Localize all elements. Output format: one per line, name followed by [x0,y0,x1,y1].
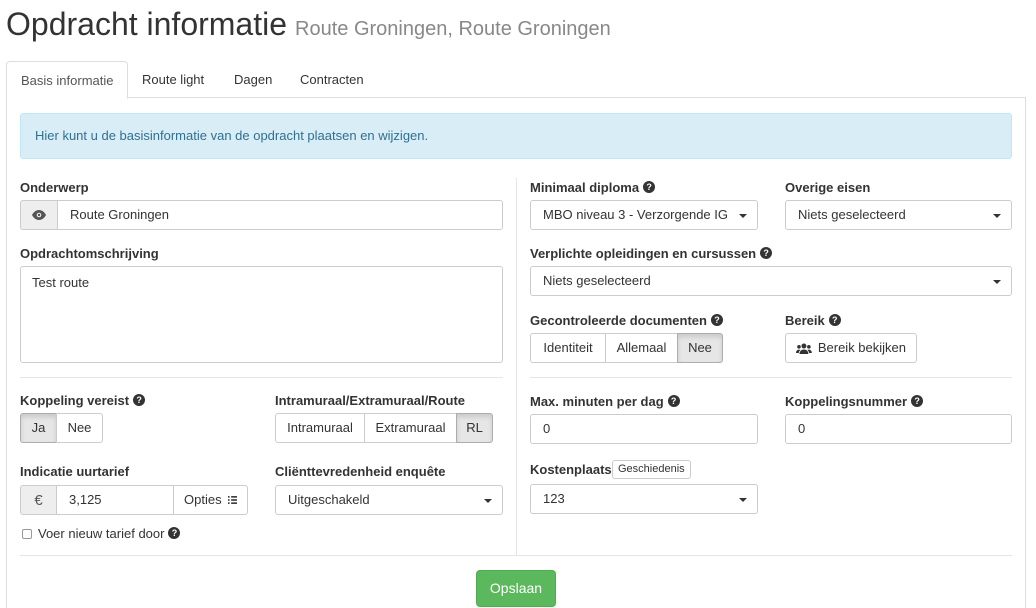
page-title: Opdracht informatie Route Groningen, Rou… [6,6,611,50]
info-alert: Hier kunt u de basisinformatie van de op… [20,113,1012,159]
koppeling-label-text: Koppeling vereist [20,392,130,408]
documenten-label: Gecontroleerde documenten ? [530,311,723,329]
onderwerp-input[interactable]: Route Groningen [57,200,503,230]
help-icon[interactable]: ? [760,247,773,259]
page-subtitle: Route Groningen, Route Groningen [295,18,611,40]
overige-eisen-select[interactable]: Niets geselecteerd [785,200,1012,230]
save-button[interactable]: Opslaan [476,570,556,607]
uurtarief-label-text: Indicatie uurtarief [20,463,130,479]
max-minuten-input[interactable]: 0 [530,414,758,444]
nieuw-tarief-checkbox[interactable] [22,529,32,539]
diploma-select[interactable]: MBO niveau 3 - Verzorgende IG [530,200,758,230]
koppelingsnummer-label-text: Koppelingsnummer [785,393,908,409]
max-minuten-label-text: Max. minuten per dag [530,393,664,409]
kostenplaats-select[interactable]: 123 [530,484,758,514]
nieuw-tarief-label: Voer nieuw tarief door ? [38,524,181,542]
extramuraal-button[interactable]: Extramuraal [364,413,457,443]
column-divider [516,178,517,555]
overige-eisen-label: Overige eisen [785,178,870,196]
omschrijving-label-text: Opdrachtomschrijving [20,245,159,261]
omschrijving-textarea[interactable]: Test route [20,266,503,363]
max-minuten-label: Max. minuten per dag ? [530,392,680,410]
kostenplaats-label-text: Kostenplaats [530,461,612,477]
intramuraal-label-text: Intramuraal/Extramuraal/Route [275,392,466,408]
koppelingsnummer-input[interactable]: 0 [785,414,1012,444]
list-icon [227,496,237,504]
opties-button[interactable]: Opties [173,485,248,515]
opleidingen-label: Verplichte opleidingen en cursussen ? [530,244,773,262]
intramuraal-toggle: Intramuraal Extramuraal RL [275,413,493,443]
uurtarief-input[interactable]: 3,125 [56,485,174,515]
intramuraal-button[interactable]: Intramuraal [275,413,365,443]
identiteit-button[interactable]: Identiteit [530,333,606,363]
bereik-label: Bereik ? [785,311,841,329]
caret-down-icon [993,280,1001,284]
divider-right [530,377,1012,378]
geschiedenis-button[interactable]: Geschiedenis [612,460,691,479]
enquete-label-text: Cliënttevredenheid enquête [275,463,446,479]
bereik-bekijken-button[interactable]: Bereik bekijken [785,333,917,363]
overige-eisen-label-text: Overige eisen [785,179,871,195]
caret-down-icon [993,214,1001,218]
tab-basis-informatie[interactable]: Basis informatie [6,61,129,99]
enquete-select-value: Uitgeschakeld [288,492,370,507]
tab-contracten[interactable]: Contracten [286,61,378,98]
nieuw-tarief-label-text: Voer nieuw tarief door [38,525,165,541]
opties-label: Opties [184,492,222,507]
uurtarief-label: Indicatie uurtarief [20,462,129,480]
opleidingen-select[interactable]: Niets geselecteerd [530,266,1012,296]
koppeling-ja-button[interactable]: Ja [20,413,57,443]
tab-route-light[interactable]: Route light [128,61,218,98]
documenten-label-text: Gecontroleerde documenten [530,312,707,328]
help-icon[interactable]: ? [643,181,656,193]
help-icon[interactable]: ? [828,314,841,326]
diploma-label: Minimaal diploma ? [530,178,656,196]
caret-down-icon [484,499,492,503]
rl-button[interactable]: RL [456,413,493,443]
euro-icon: € [20,485,57,515]
omschrijving-label: Opdrachtomschrijving [20,244,159,262]
enquete-label: Cliënttevredenheid enquête [275,462,445,480]
overige-eisen-select-value: Niets geselecteerd [798,207,906,222]
diploma-label-text: Minimaal diploma [530,179,640,195]
help-icon[interactable]: ? [133,394,146,406]
opleidingen-select-value: Niets geselecteerd [543,273,651,288]
koppeling-nee-button[interactable]: Nee [56,413,103,443]
users-icon [796,343,812,354]
help-icon[interactable]: ? [667,395,680,407]
caret-down-icon [739,498,747,502]
kostenplaats-label: Kostenplaats [530,460,612,478]
divider-left [20,377,503,378]
enquete-select[interactable]: Uitgeschakeld [275,485,503,515]
bereik-bekijken-label: Bereik bekijken [817,340,906,355]
diploma-select-value: MBO niveau 3 - Verzorgende IG [543,207,728,222]
opleidingen-label-text: Verplichte opleidingen en cursussen [530,245,757,261]
bereik-label-text: Bereik [785,312,825,328]
documenten-toggle: Identiteit Allemaal Nee [530,333,723,363]
help-icon[interactable]: ? [168,527,181,539]
tab-bar: Basis informatie Route light Dagen Contr… [6,61,1026,99]
onderwerp-label: Onderwerp [20,178,89,196]
koppelingsnummer-label: Koppelingsnummer ? [785,392,924,410]
allemaal-button[interactable]: Allemaal [605,333,678,363]
eye-icon[interactable] [20,200,58,230]
divider-bottom [20,555,1012,556]
help-icon[interactable]: ? [911,395,924,407]
tab-dagen[interactable]: Dagen [220,61,286,98]
intramuraal-label: Intramuraal/Extramuraal/Route [275,391,465,409]
onderwerp-label-text: Onderwerp [20,179,89,195]
help-icon[interactable]: ? [710,314,723,326]
koppeling-toggle: Ja Nee [20,413,103,443]
documenten-nee-button[interactable]: Nee [677,333,723,363]
caret-down-icon [739,214,747,218]
page-title-main: Opdracht informatie [6,6,288,42]
koppeling-label: Koppeling vereist ? [20,391,146,409]
kostenplaats-select-value: 123 [543,491,565,506]
